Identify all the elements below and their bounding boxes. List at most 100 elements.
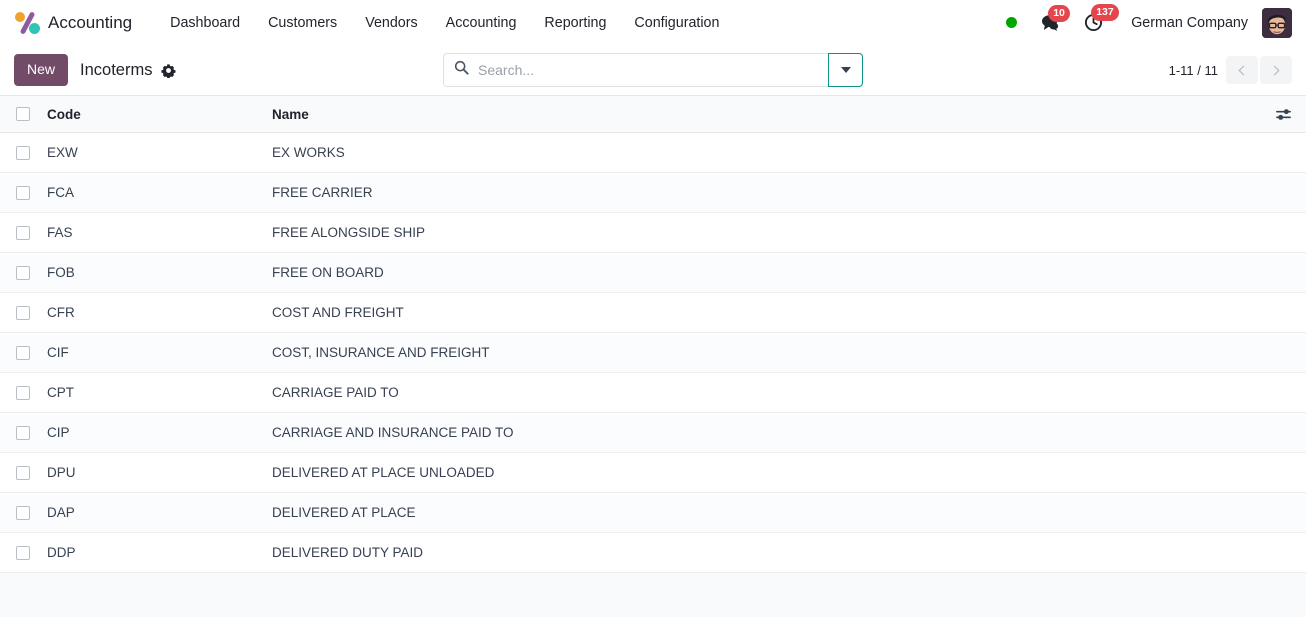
cell-spacer: [1260, 492, 1306, 533]
row-checkbox[interactable]: [16, 185, 30, 200]
table-row[interactable]: FAS FREE ALONGSIDE SHIP: [0, 212, 1306, 253]
select-all-cell: [0, 95, 47, 133]
activities-button[interactable]: 137: [1078, 4, 1119, 36]
column-header-name[interactable]: Name: [272, 95, 1260, 133]
breadcrumb: Incoterms: [80, 61, 178, 80]
cell-code: FOB: [47, 252, 272, 293]
menu-item-dashboard[interactable]: Dashboard: [156, 9, 254, 37]
row-checkbox[interactable]: [16, 425, 30, 440]
row-select-cell: [0, 372, 47, 413]
cell-name: DELIVERED AT PLACE UNLOADED: [272, 452, 1260, 493]
sliders-icon[interactable]: [1260, 106, 1306, 123]
pager-next-button[interactable]: [1260, 56, 1292, 84]
row-checkbox[interactable]: [16, 505, 30, 520]
search-box[interactable]: [443, 53, 828, 87]
row-select-cell: [0, 172, 47, 213]
company-switcher[interactable]: German Company: [1131, 15, 1248, 31]
table-row[interactable]: FOB FREE ON BOARD: [0, 252, 1306, 293]
menu-item-reporting[interactable]: Reporting: [530, 9, 620, 37]
search-icon: [454, 60, 469, 80]
control-panel: New Incoterms 1-11 / 11: [0, 45, 1306, 95]
menu-item-customers[interactable]: Customers: [254, 9, 351, 37]
cell-name: COST, INSURANCE AND FREIGHT: [272, 332, 1260, 373]
gear-icon[interactable]: [159, 61, 178, 80]
cell-code: CIF: [47, 332, 272, 373]
cell-name: DELIVERED AT PLACE: [272, 492, 1260, 533]
cell-code: CIP: [47, 412, 272, 453]
cell-name: CARRIAGE PAID TO: [272, 372, 1260, 413]
cell-name: EX WORKS: [272, 132, 1260, 173]
cell-spacer: [1260, 532, 1306, 573]
cell-spacer: [1260, 452, 1306, 493]
messages-count-badge: 10: [1048, 5, 1070, 22]
pager-previous-button[interactable]: [1226, 56, 1258, 84]
cell-spacer: [1260, 172, 1306, 213]
cell-code: DAP: [47, 492, 272, 533]
table-header-row: Code Name: [0, 95, 1306, 133]
cell-name: FREE ON BOARD: [272, 252, 1260, 293]
row-checkbox[interactable]: [16, 345, 30, 360]
chevron-right-icon: [1269, 65, 1280, 75]
table-row[interactable]: DDP DELIVERED DUTY PAID: [0, 532, 1306, 573]
caret-down-icon: [840, 67, 851, 73]
table-header: Code Name: [0, 95, 1306, 133]
logo-dot-teal: [29, 22, 40, 34]
row-select-cell: [0, 292, 47, 333]
cell-code: DPU: [47, 452, 272, 493]
menu-item-configuration[interactable]: Configuration: [620, 9, 733, 37]
menu-item-vendors[interactable]: Vendors: [351, 9, 431, 37]
table-row[interactable]: DPU DELIVERED AT PLACE UNLOADED: [0, 452, 1306, 493]
row-select-cell: [0, 252, 47, 293]
row-select-cell: [0, 452, 47, 493]
table-row[interactable]: DAP DELIVERED AT PLACE: [0, 492, 1306, 533]
page-title: Incoterms: [80, 60, 153, 79]
table-row[interactable]: EXW EX WORKS: [0, 132, 1306, 173]
cell-spacer: [1260, 212, 1306, 253]
pager-buttons: [1226, 56, 1292, 84]
cell-code: CFR: [47, 292, 272, 333]
cell-code: EXW: [47, 132, 272, 173]
row-checkbox[interactable]: [16, 385, 30, 400]
row-checkbox[interactable]: [16, 225, 30, 240]
row-select-cell: [0, 212, 47, 253]
incoterms-table: Code Name EXW EX WORKS FCA FREE CARRIER FAS F…: [0, 95, 1306, 573]
cell-name: COST AND FREIGHT: [272, 292, 1260, 333]
messages-button[interactable]: 10: [1035, 5, 1070, 35]
table-row[interactable]: CPT CARRIAGE PAID TO: [0, 372, 1306, 413]
select-all-checkbox[interactable]: [16, 107, 30, 121]
pager-range[interactable]: 1-11 / 11: [1169, 63, 1218, 78]
table-row[interactable]: FCA FREE CARRIER: [0, 172, 1306, 213]
cell-spacer: [1260, 292, 1306, 333]
row-checkbox[interactable]: [16, 305, 30, 320]
row-checkbox[interactable]: [16, 145, 30, 160]
row-select-cell: [0, 332, 47, 373]
column-header-code[interactable]: Code: [47, 95, 272, 133]
search-dropdown-toggle[interactable]: [828, 53, 863, 87]
table-row[interactable]: CIF COST, INSURANCE AND FREIGHT: [0, 332, 1306, 373]
cell-name: CARRIAGE AND INSURANCE PAID TO: [272, 412, 1260, 453]
chevron-left-icon: [1238, 65, 1249, 75]
user-avatar[interactable]: [1262, 7, 1292, 38]
row-checkbox[interactable]: [16, 265, 30, 280]
cell-spacer: [1260, 332, 1306, 373]
menu-item-accounting[interactable]: Accounting: [432, 9, 531, 37]
row-checkbox[interactable]: [16, 465, 30, 480]
navbar-right-group: 10 137 German Company: [1006, 4, 1296, 38]
app-brand-name[interactable]: Accounting: [48, 13, 132, 33]
cell-spacer: [1260, 412, 1306, 453]
table-row[interactable]: CFR COST AND FREIGHT: [0, 292, 1306, 333]
row-checkbox[interactable]: [16, 545, 30, 560]
new-record-button[interactable]: New: [14, 54, 69, 86]
cell-code: CPT: [47, 372, 272, 413]
cell-name: FREE ALONGSIDE SHIP: [272, 212, 1260, 253]
row-select-cell: [0, 532, 47, 573]
search-input[interactable]: [478, 62, 818, 78]
presence-status-dot: [1006, 17, 1018, 28]
cell-code: FCA: [47, 172, 272, 213]
row-select-cell: [0, 412, 47, 453]
odoo-percent-logo[interactable]: [14, 10, 40, 36]
cell-name: FREE CARRIER: [272, 172, 1260, 213]
row-select-cell: [0, 132, 47, 173]
activities-count-badge: 137: [1091, 4, 1119, 21]
table-row[interactable]: CIP CARRIAGE AND INSURANCE PAID TO: [0, 412, 1306, 453]
